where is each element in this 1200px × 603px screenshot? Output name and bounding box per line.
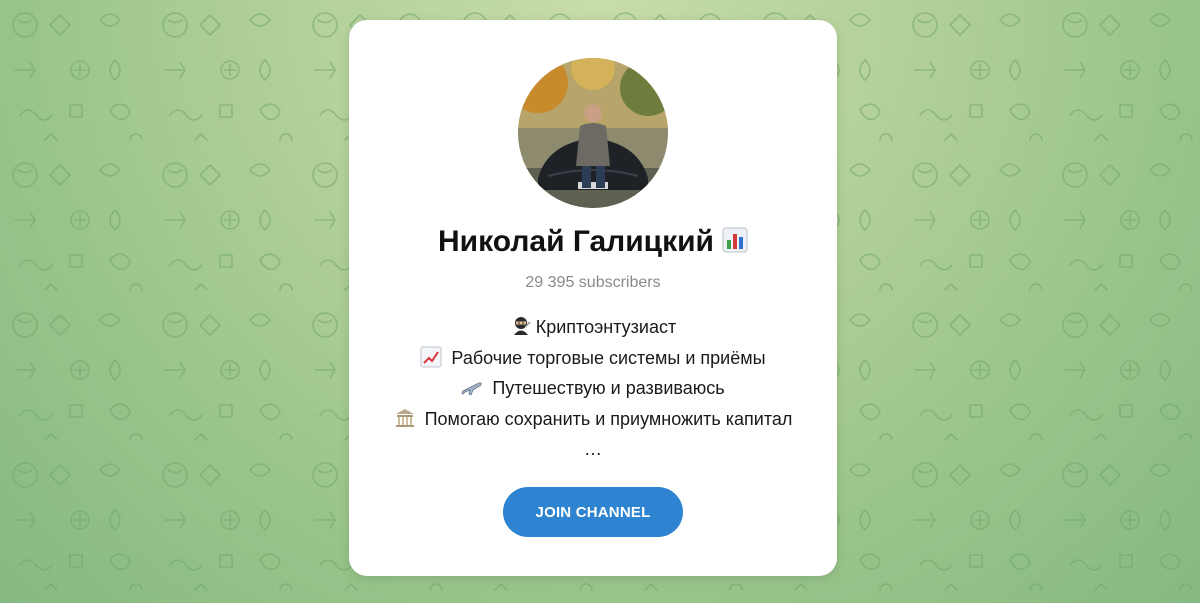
subscriber-count: 29 395 subscribers xyxy=(525,274,661,291)
description-text: Помогаю сохранить и приумножить капитал xyxy=(419,408,793,429)
description-text: Рабочие торговые системы и приёмы xyxy=(446,347,766,368)
airplane-icon xyxy=(461,382,482,396)
bar-chart-icon xyxy=(722,227,748,253)
ninja-icon xyxy=(513,317,531,335)
description-line: Путешествую и развиваюсь xyxy=(349,373,837,404)
classical-building-icon xyxy=(395,408,414,427)
description-text: Путешествую и развиваюсь xyxy=(487,378,725,398)
channel-title: Николай Галицкий xyxy=(349,225,837,259)
description-line: Рабочие торговые системы и приёмы xyxy=(349,343,837,374)
description-ellipsis: … xyxy=(584,439,602,459)
description-text: Криптоэнтузиаст xyxy=(535,317,677,337)
description-line: Криптоэнтузиаст xyxy=(349,312,837,343)
channel-description: Криптоэнтузиаст Рабочие торговые системы… xyxy=(349,312,837,465)
channel-avatar xyxy=(518,58,668,208)
channel-card: Николай Галицкий 29 395 subscribers Крип… xyxy=(349,20,837,576)
channel-name: Николай Галицкий xyxy=(438,225,714,258)
description-line: Помогаю сохранить и приумножить капитал xyxy=(349,404,837,435)
chart-increasing-icon xyxy=(420,346,442,367)
join-channel-button[interactable]: JOIN CHANNEL xyxy=(503,487,683,537)
